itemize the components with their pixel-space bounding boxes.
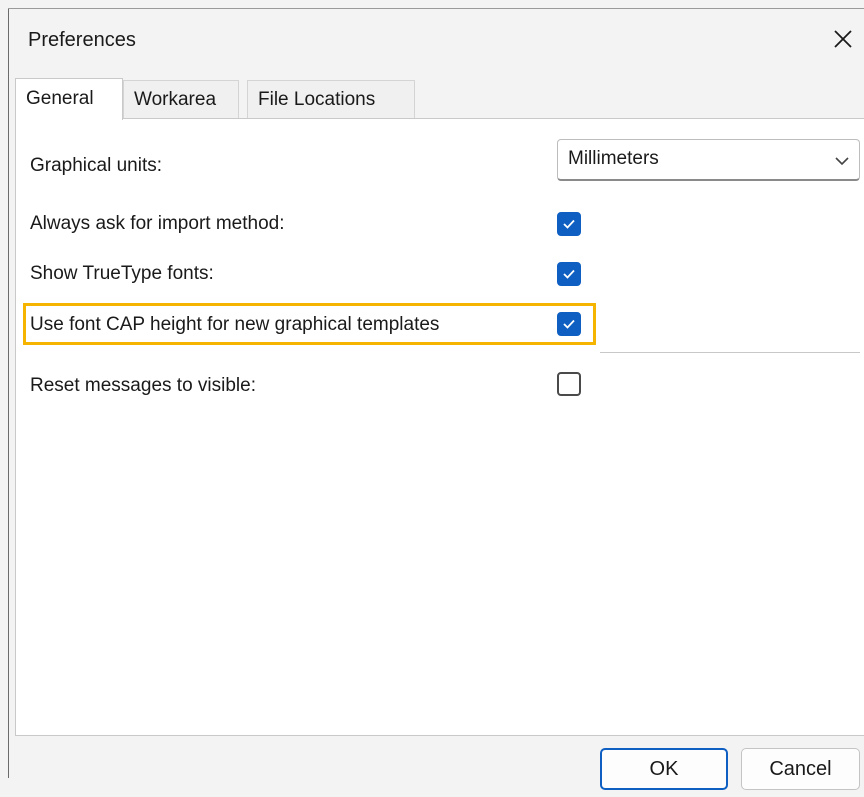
tab-file-locations[interactable]: File Locations	[247, 80, 415, 118]
checkmark-icon	[563, 269, 575, 279]
divider	[600, 352, 860, 353]
use-font-cap-height-checkbox[interactable]	[557, 312, 581, 336]
graphical-units-value: Millimeters	[568, 148, 659, 169]
show-truetype-fonts-checkbox[interactable]	[557, 262, 581, 286]
graphical-units-dropdown[interactable]: Millimeters	[557, 139, 860, 181]
use-font-cap-height-label: Use font CAP height for new graphical te…	[30, 314, 440, 335]
close-icon	[834, 30, 852, 48]
tab-general[interactable]: General	[15, 78, 123, 120]
tab-workarea[interactable]: Workarea	[123, 80, 239, 118]
show-truetype-fonts-label: Show TrueType fonts:	[30, 263, 214, 284]
dialog-title: Preferences	[28, 29, 136, 51]
general-tab-panel	[15, 118, 864, 736]
window-top-border	[8, 8, 864, 9]
always-ask-import-label: Always ask for import method:	[30, 213, 285, 234]
cancel-button[interactable]: Cancel	[741, 748, 860, 790]
window-left-border	[8, 8, 9, 778]
reset-messages-label: Reset messages to visible:	[30, 375, 256, 396]
close-button[interactable]	[826, 22, 860, 56]
reset-messages-checkbox[interactable]	[557, 372, 581, 396]
checkmark-icon	[563, 319, 575, 329]
ok-button[interactable]: OK	[600, 748, 728, 790]
graphical-units-label: Graphical units:	[30, 155, 163, 176]
always-ask-import-checkbox[interactable]	[557, 212, 581, 236]
checkmark-icon	[563, 219, 575, 229]
preferences-dialog: Preferences General Workarea File Locati…	[0, 0, 864, 797]
chevron-down-icon	[835, 157, 849, 166]
